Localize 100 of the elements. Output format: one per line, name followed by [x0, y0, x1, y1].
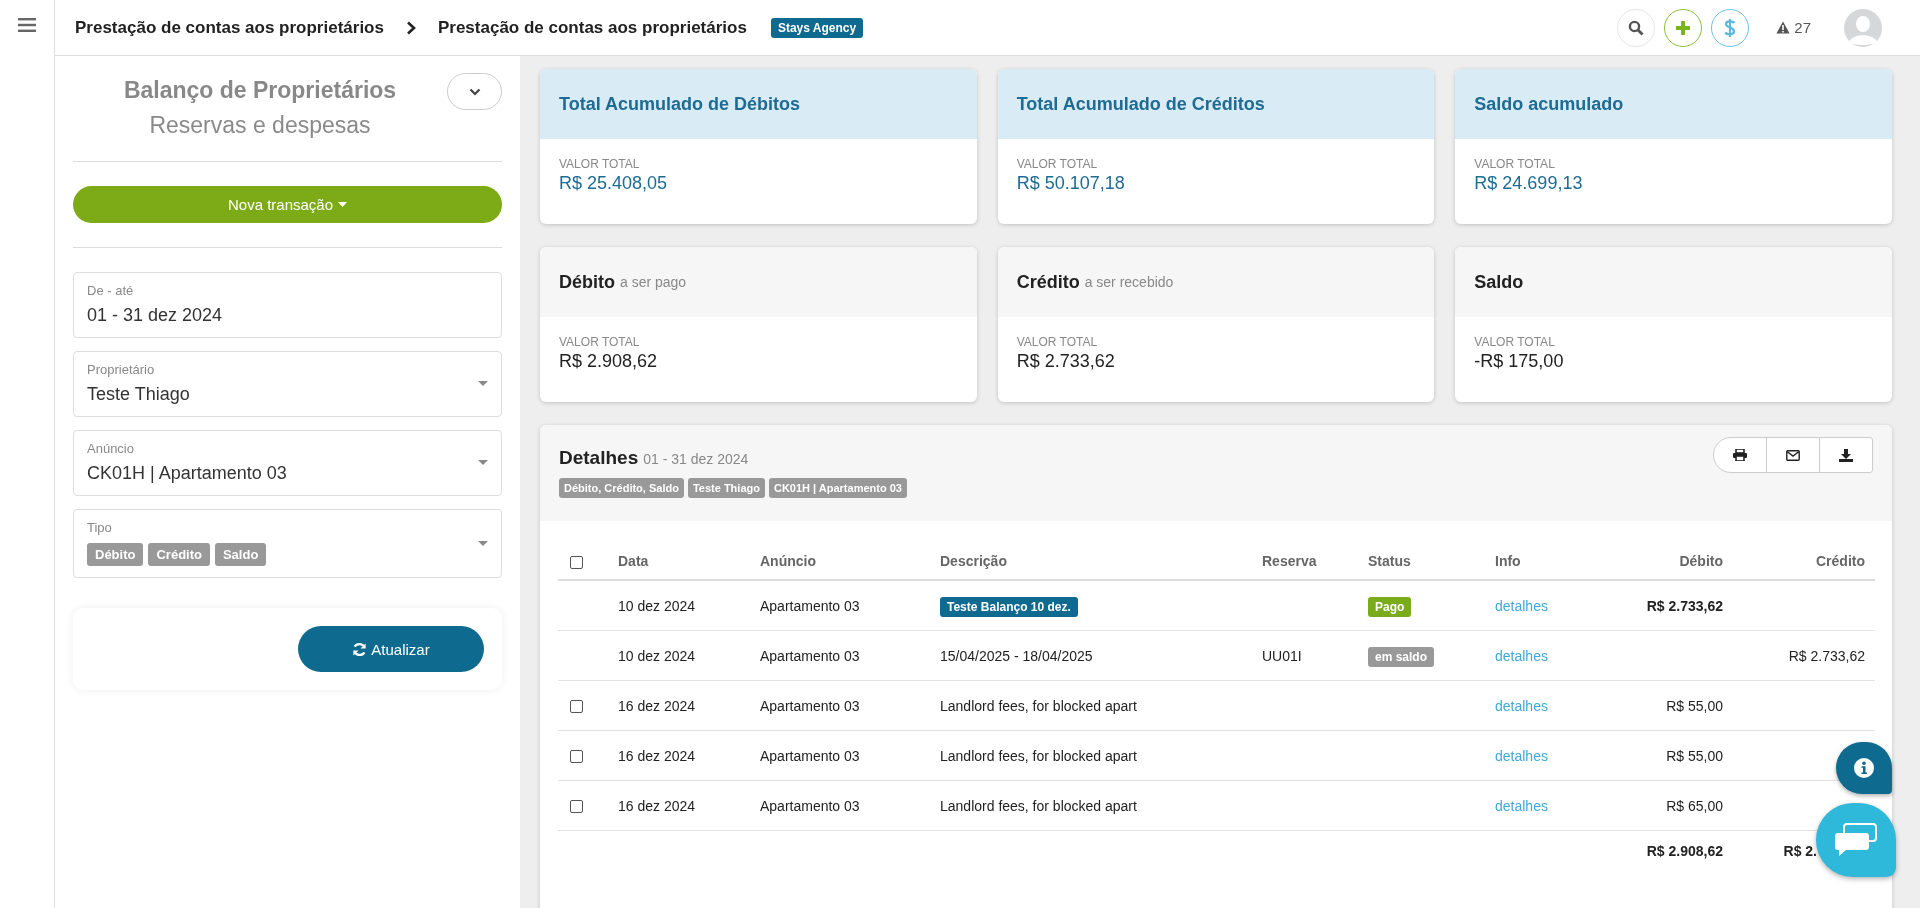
- info-icon: [1853, 757, 1875, 779]
- plus-icon: [1675, 19, 1692, 36]
- card-title: Total Acumulado de Débitos: [559, 93, 800, 115]
- chevron-down-icon: [468, 87, 481, 96]
- download-icon: [1839, 448, 1853, 462]
- envelope-icon: [1786, 449, 1800, 461]
- table-cell-text: Apartamento 03: [759, 597, 861, 614]
- table-cell: Landlord fees, for blocked apart: [940, 747, 1137, 764]
- column-header: Status: [1367, 553, 1412, 569]
- refresh-button[interactable]: Atualizar: [298, 626, 484, 672]
- warning-icon[interactable]: [1776, 21, 1791, 34]
- card-caption: VALOR TOTAL: [1016, 157, 1099, 171]
- card-value: -R$ 175,00: [1474, 351, 1565, 372]
- card-title: Débito: [559, 271, 615, 293]
- print-button[interactable]: [1713, 437, 1767, 473]
- type-tag: Saldo: [214, 543, 267, 566]
- breadcrumb-link[interactable]: Prestação de contas aos proprietários: [75, 17, 384, 38]
- select-all-checkbox[interactable]: [570, 555, 583, 569]
- details-title: Detalhes: [559, 447, 639, 469]
- table-cell: R$ 65,00: [1666, 797, 1723, 814]
- row-checkbox[interactable]: [570, 750, 583, 764]
- filter-tag: Débito, Crédito, Saldo: [559, 478, 684, 498]
- details-link[interactable]: detalhes: [1495, 597, 1548, 614]
- row-checkbox[interactable]: [570, 800, 583, 814]
- table-cell: R$ 55,00: [1666, 697, 1723, 714]
- table-cell-text: Apartamento 03: [759, 647, 861, 664]
- details-link[interactable]: detalhes: [1495, 647, 1548, 664]
- table-cell-text: 16 dez 2024: [617, 747, 697, 764]
- table-cell: Landlord fees, for blocked apart: [940, 797, 1137, 814]
- details-period: 01 - 31 dez 2024: [643, 451, 749, 467]
- card-title: Saldo: [1474, 271, 1524, 293]
- table-cell: Landlord fees, for blocked apart: [940, 697, 1137, 714]
- details-link[interactable]: detalhes: [1495, 797, 1548, 814]
- chevron-right-icon: [405, 20, 416, 35]
- card-subtitle: a ser recebido: [1084, 274, 1174, 290]
- column-header: Crédito: [1815, 553, 1866, 569]
- print-icon: [1733, 449, 1747, 461]
- column-header: Descrição: [939, 553, 1008, 569]
- card-caption: VALOR TOTAL: [559, 157, 641, 171]
- caret-icon: [338, 202, 348, 207]
- filter-tag: Teste Thiago: [687, 478, 765, 498]
- card-value: R$ 50.107,18: [1016, 173, 1126, 194]
- credit-total: R$ 2.: [1783, 843, 1817, 859]
- details-link[interactable]: detalhes: [1495, 697, 1548, 714]
- caret-icon: [478, 540, 488, 546]
- debit-total: R$ 2.908,62: [1646, 843, 1723, 859]
- type-tag: Débito: [87, 543, 144, 566]
- table-cell: R$ 2.733,62: [1788, 647, 1865, 664]
- download-button[interactable]: [1819, 437, 1873, 473]
- column-header: Anúncio: [759, 553, 817, 569]
- row-checkbox[interactable]: [570, 700, 583, 714]
- table-cell-text: Apartamento 03: [759, 797, 861, 814]
- type-tag: Crédito: [148, 543, 210, 566]
- card-title: Saldo acumulado: [1474, 93, 1624, 115]
- caret-icon: [478, 460, 488, 465]
- card-value: R$ 25.408,05: [559, 173, 669, 194]
- column-header: Reserva: [1261, 553, 1318, 569]
- panel-title: Balanço de Proprietários: [122, 77, 398, 104]
- table-cell: 15/04/2025 - 18/04/2025: [940, 647, 1093, 664]
- menu-icon[interactable]: [18, 18, 36, 32]
- column-header: Info: [1494, 553, 1522, 569]
- card-value: R$ 2.908,62: [559, 351, 659, 372]
- table-cell: R$ 2.733,62: [1646, 597, 1723, 614]
- caret-icon: [478, 381, 488, 386]
- search-button[interactable]: [1617, 8, 1656, 47]
- card-title: Total Acumulado de Créditos: [1016, 93, 1265, 115]
- refresh-icon: [352, 641, 368, 657]
- card-value: R$ 2.733,62: [1016, 351, 1116, 372]
- table-cell-text: Apartamento 03: [759, 697, 861, 714]
- card-caption: VALOR TOTAL: [1016, 335, 1099, 349]
- select-field[interactable]: Proprietário Teste Thiago: [73, 351, 502, 417]
- table-cell-text: Apartamento 03: [759, 747, 861, 764]
- filter-tag: CK01H | Apartamento 03: [768, 478, 907, 498]
- table-cell-text: 16 dez 2024: [617, 697, 697, 714]
- new-transaction-button[interactable]: Nova transação: [73, 186, 502, 223]
- type-select[interactable]: Tipo Débito Crédito Saldo: [73, 509, 502, 578]
- table-cell: R$ 55,00: [1666, 747, 1723, 764]
- card-subtitle: a ser pago: [620, 274, 687, 290]
- search-icon: [1628, 19, 1645, 36]
- card-caption: VALOR TOTAL: [559, 335, 641, 349]
- dollar-icon: [1723, 17, 1738, 38]
- panel-subtitle: Reservas e despesas: [148, 112, 372, 139]
- details-link[interactable]: detalhes: [1495, 747, 1548, 764]
- table-cell: UU01I: [1262, 647, 1302, 664]
- chat-icon: [1834, 823, 1878, 857]
- email-button[interactable]: [1766, 437, 1820, 473]
- card-title: Crédito: [1016, 271, 1080, 293]
- breadcrumb-link[interactable]: Prestação de contas aos proprietários: [437, 17, 747, 38]
- select-field[interactable]: Anúncio CK01H | Apartamento 03: [73, 430, 502, 496]
- status-badge: Pago: [1368, 596, 1412, 617]
- table-cell-text: 16 dez 2024: [617, 797, 697, 814]
- description-tag: Teste Balanço 10 dez.: [940, 596, 1078, 617]
- date-range-field[interactable]: De - até 01 - 31 dez 2024: [73, 272, 502, 338]
- alert-count: 27: [1794, 19, 1811, 36]
- agency-badge: Stays Agency: [770, 17, 864, 38]
- status-badge: em saldo: [1368, 646, 1435, 667]
- card-caption: VALOR TOTAL: [1474, 335, 1556, 349]
- table-cell-text: 10 dez 2024: [617, 597, 697, 614]
- column-header: Débito: [1678, 553, 1724, 569]
- column-header: Data: [617, 553, 650, 569]
